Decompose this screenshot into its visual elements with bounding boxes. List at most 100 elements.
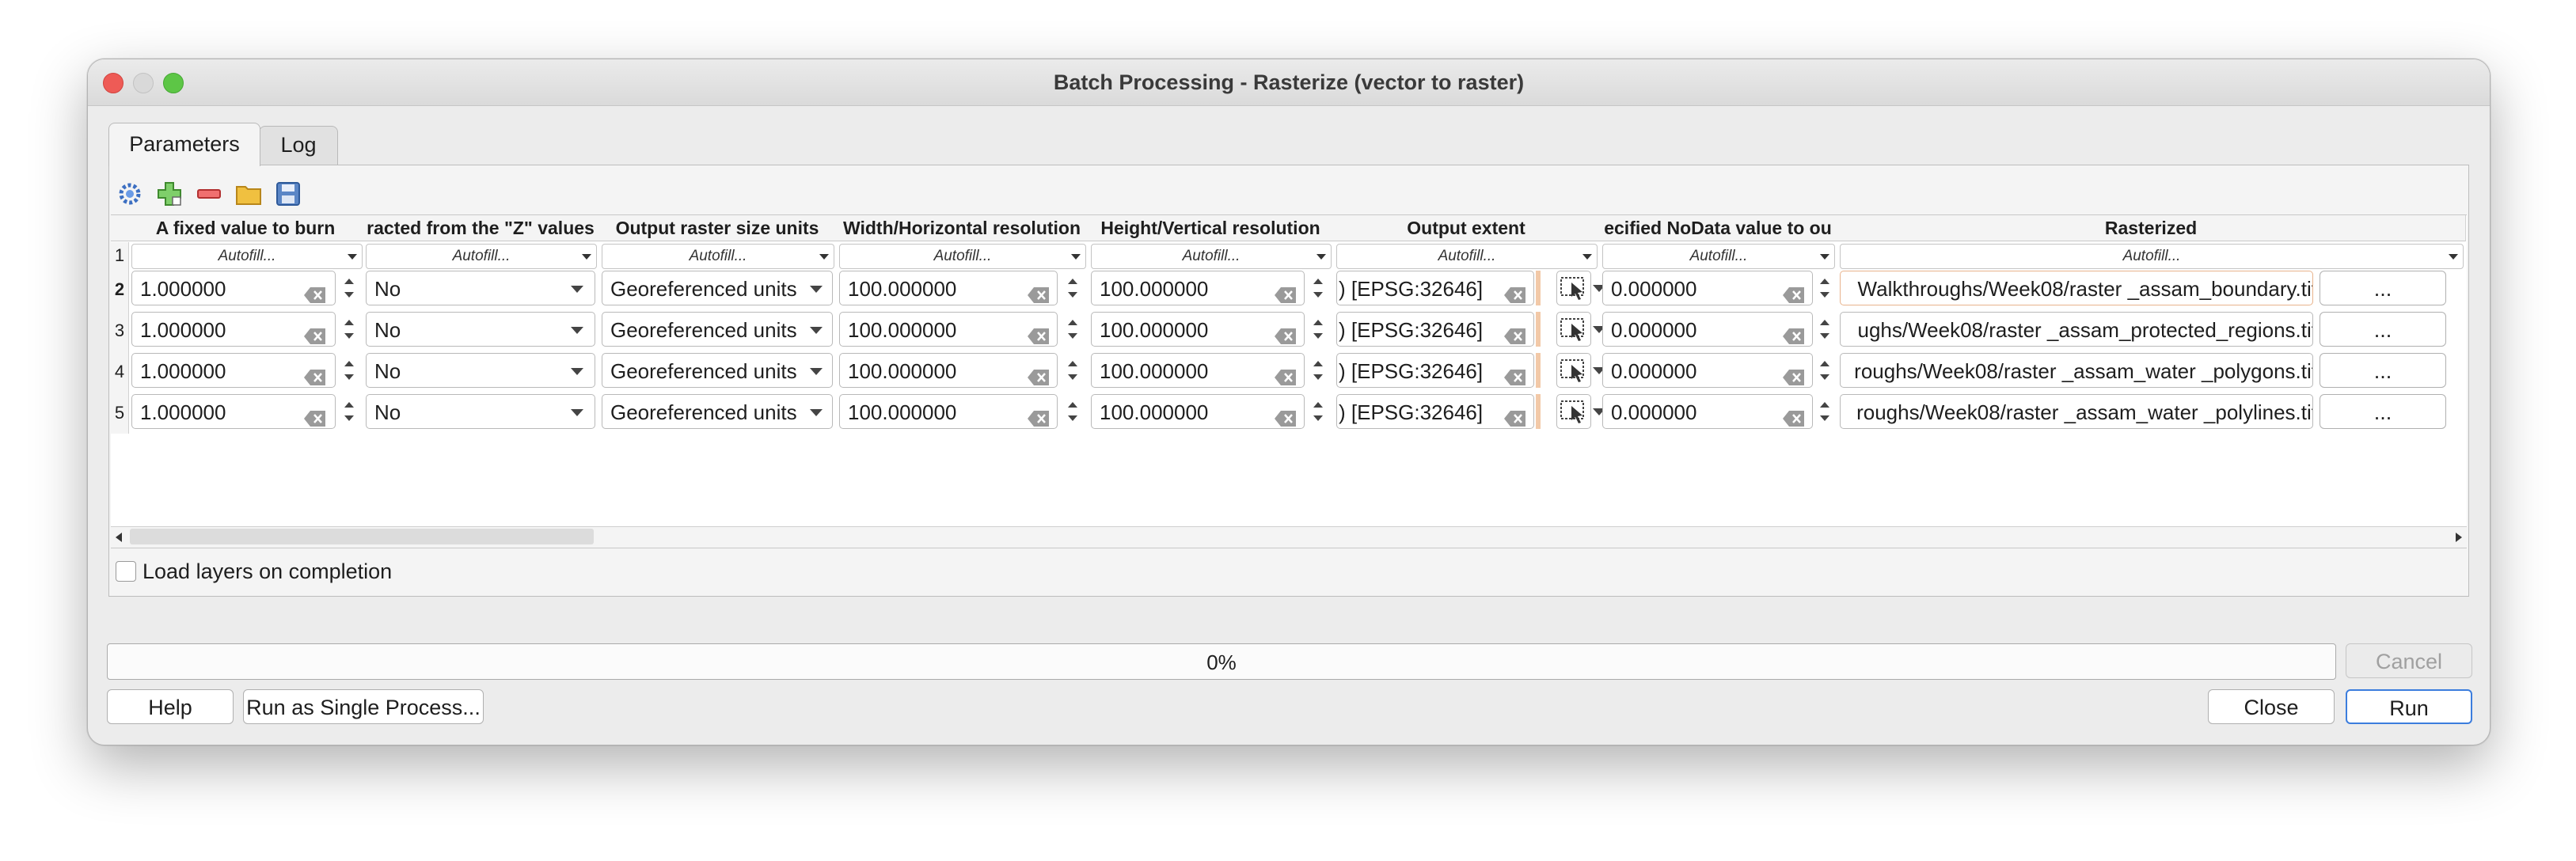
clear-icon[interactable] xyxy=(1503,321,1527,344)
burn-spinner-icon[interactable] xyxy=(339,271,359,305)
width-spinner-icon[interactable] xyxy=(1062,353,1083,388)
column-header-rasterized[interactable]: Rasterized xyxy=(1837,215,2466,241)
height-resolution-field[interactable]: 100.000000 xyxy=(1091,394,1305,429)
height-spinner-icon[interactable] xyxy=(1308,271,1328,305)
horizontal-scrollbar[interactable] xyxy=(111,526,2467,548)
height-resolution-field[interactable]: 100.000000 xyxy=(1091,271,1305,305)
height-resolution-field[interactable]: 100.000000 xyxy=(1091,312,1305,347)
height-resolution-field[interactable]: 100.000000 xyxy=(1091,353,1305,388)
clear-icon[interactable] xyxy=(1027,321,1051,344)
height-spinner-icon[interactable] xyxy=(1308,353,1328,388)
browse-output-button[interactable]: ... xyxy=(2320,271,2446,305)
column-header-extent[interactable]: Output extent xyxy=(1333,215,1600,241)
height-spinner-icon[interactable] xyxy=(1308,312,1328,347)
clear-icon[interactable] xyxy=(1274,362,1297,385)
extent-picker-button[interactable] xyxy=(1556,271,1591,305)
burn-spinner-icon[interactable] xyxy=(339,394,359,429)
width-spinner-icon[interactable] xyxy=(1062,312,1083,347)
autofill-height[interactable]: Autofill... xyxy=(1091,244,1332,269)
units-dropdown[interactable]: Georeferenced units xyxy=(602,353,833,388)
clear-icon[interactable] xyxy=(1782,321,1806,344)
clear-icon[interactable] xyxy=(303,362,327,385)
burn-value-field[interactable]: 1.000000 xyxy=(131,394,336,429)
clear-icon[interactable] xyxy=(1274,403,1297,427)
browse-output-button[interactable]: ... xyxy=(2320,353,2446,388)
autofill-width[interactable]: Autofill... xyxy=(839,244,1086,269)
height-spinner-icon[interactable] xyxy=(1308,394,1328,429)
nodata-value-field[interactable]: 0.000000 xyxy=(1602,271,1813,305)
autofill-nodata[interactable]: Autofill... xyxy=(1602,244,1835,269)
burn-value-field[interactable]: 1.000000 xyxy=(131,271,336,305)
output-extent-field[interactable]: ) [EPSG:32646] xyxy=(1336,394,1534,429)
open-folder-icon[interactable] xyxy=(234,180,263,208)
width-resolution-field[interactable]: 100.000000 xyxy=(839,271,1058,305)
column-header-height[interactable]: Height/Vertical resolution xyxy=(1088,215,1334,241)
clear-icon[interactable] xyxy=(1027,279,1051,303)
output-extent-field[interactable]: ) [EPSG:32646] xyxy=(1336,353,1534,388)
scroll-left-arrow-icon[interactable] xyxy=(116,533,122,542)
burn-spinner-icon[interactable] xyxy=(339,353,359,388)
autofill-units[interactable]: Autofill... xyxy=(602,244,834,269)
tab-log[interactable]: Log xyxy=(259,126,338,165)
tab-parameters[interactable]: Parameters xyxy=(108,123,260,166)
autofill-z-values[interactable]: Autofill... xyxy=(366,244,597,269)
output-file-field[interactable]: roughs/Week08/raster _assam_water _polyg… xyxy=(1840,353,2313,388)
z-values-dropdown[interactable]: No xyxy=(366,353,595,388)
clear-icon[interactable] xyxy=(1027,362,1051,385)
nodata-spinner-icon[interactable] xyxy=(1814,353,1835,388)
clear-icon[interactable] xyxy=(1274,321,1297,344)
column-header-burn[interactable]: A fixed value to burn xyxy=(128,215,363,241)
output-extent-field[interactable]: ) [EPSG:32646] xyxy=(1336,271,1534,305)
units-dropdown[interactable]: Georeferenced units xyxy=(602,394,833,429)
cancel-button[interactable]: Cancel xyxy=(2346,643,2472,678)
z-values-dropdown[interactable]: No xyxy=(366,312,595,347)
units-dropdown[interactable]: Georeferenced units xyxy=(602,312,833,347)
load-layers-checkbox[interactable] xyxy=(116,561,136,582)
remove-row-icon[interactable] xyxy=(195,180,223,208)
clear-icon[interactable] xyxy=(1503,403,1527,427)
column-header-z-values[interactable]: racted from the "Z" values xyxy=(363,215,599,241)
clear-icon[interactable] xyxy=(303,403,327,427)
output-file-field[interactable]: Walkthroughs/Week08/raster _assam_bounda… xyxy=(1840,271,2313,305)
run-as-single-process-button[interactable]: Run as Single Process... xyxy=(243,689,484,724)
autofill-rasterized[interactable]: Autofill... xyxy=(1840,244,2464,269)
clear-icon[interactable] xyxy=(1782,362,1806,385)
clear-icon[interactable] xyxy=(303,321,327,344)
burn-spinner-icon[interactable] xyxy=(339,312,359,347)
autofill-burn[interactable]: Autofill... xyxy=(131,244,363,269)
browse-output-button[interactable]: ... xyxy=(2320,394,2446,429)
units-dropdown[interactable]: Georeferenced units xyxy=(602,271,833,305)
width-resolution-field[interactable]: 100.000000 xyxy=(839,353,1058,388)
browse-output-button[interactable]: ... xyxy=(2320,312,2446,347)
width-spinner-icon[interactable] xyxy=(1062,394,1083,429)
extent-picker-button[interactable] xyxy=(1556,312,1591,347)
burn-value-field[interactable]: 1.000000 xyxy=(131,312,336,347)
scroll-right-arrow-icon[interactable] xyxy=(2456,533,2462,542)
extent-picker-button[interactable] xyxy=(1556,394,1591,429)
autofill-extent[interactable]: Autofill... xyxy=(1336,244,1598,269)
z-values-dropdown[interactable]: No xyxy=(366,271,595,305)
clear-icon[interactable] xyxy=(1782,279,1806,303)
clear-icon[interactable] xyxy=(1782,403,1806,427)
z-values-dropdown[interactable]: No xyxy=(366,394,595,429)
clear-icon[interactable] xyxy=(1503,362,1527,385)
clear-icon[interactable] xyxy=(1274,279,1297,303)
run-button[interactable]: Run xyxy=(2346,689,2472,724)
close-button[interactable]: Close xyxy=(2208,689,2335,724)
add-row-icon[interactable] xyxy=(155,180,184,208)
burn-value-field[interactable]: 1.000000 xyxy=(131,353,336,388)
output-extent-field[interactable]: ) [EPSG:32646] xyxy=(1336,312,1534,347)
width-resolution-field[interactable]: 100.000000 xyxy=(839,394,1058,429)
help-button[interactable]: Help xyxy=(107,689,234,724)
extent-picker-button[interactable] xyxy=(1556,353,1591,388)
nodata-spinner-icon[interactable] xyxy=(1814,394,1835,429)
save-icon[interactable] xyxy=(274,180,302,208)
advanced-gear-icon[interactable] xyxy=(116,180,144,208)
output-file-field[interactable]: ughs/Week08/raster _assam_protected_regi… xyxy=(1840,312,2313,347)
clear-icon[interactable] xyxy=(1027,403,1051,427)
column-header-units[interactable]: Output raster size units xyxy=(598,215,837,241)
scrollbar-thumb[interactable] xyxy=(130,529,594,544)
clear-icon[interactable] xyxy=(1503,279,1527,303)
nodata-value-field[interactable]: 0.000000 xyxy=(1602,353,1813,388)
nodata-spinner-icon[interactable] xyxy=(1814,271,1835,305)
